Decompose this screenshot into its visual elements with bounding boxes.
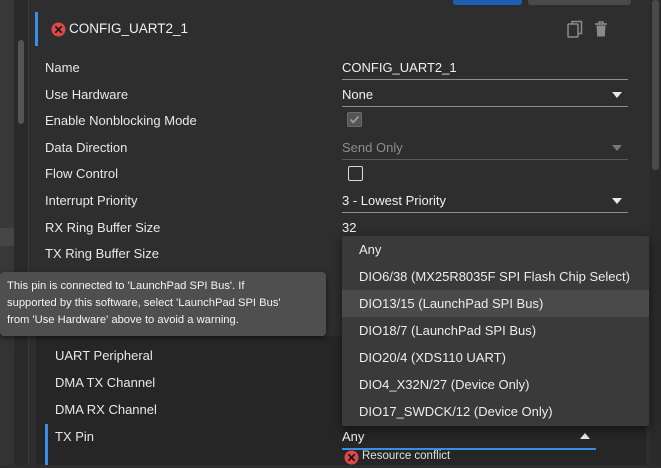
left-nav-lower-area [0, 320, 14, 465]
field-label: Data Direction [45, 140, 128, 155]
field-label: DMA TX Channel [55, 375, 156, 390]
main-scrollbar-thumb[interactable] [652, 0, 659, 170]
pin-conflict-tooltip: This pin is connected to 'LaunchPad SPI … [0, 272, 326, 336]
field-label: Enable Nonblocking Mode [45, 113, 197, 128]
chevron-down-icon [612, 145, 622, 151]
field-label: Use Hardware [45, 87, 129, 102]
option-label: DIO4_X32N/27 (Device Only) [359, 377, 530, 392]
tx-pin-value: Any [342, 429, 365, 444]
dropdown-option[interactable]: DIO17_SWDCK/12 (Device Only) [342, 398, 649, 425]
use-hardware-select[interactable]: None [342, 84, 628, 107]
option-label: DIO17_SWDCK/12 (Device Only) [359, 404, 553, 419]
dropdown-option-highlighted[interactable]: DIO13/15 (LaunchPad SPI Bus) [342, 290, 649, 317]
header-accent-bar [35, 12, 38, 46]
dropdown-option[interactable]: DIO18/7 (LaunchPad SPI Bus) [342, 317, 649, 344]
field-label: Name [45, 60, 80, 75]
flow-control-checkbox[interactable] [348, 166, 363, 181]
field-label: Flow Control [45, 166, 118, 181]
chevron-down-icon [612, 198, 622, 204]
dropdown-option[interactable]: Any [342, 236, 649, 263]
top-secondary-button[interactable] [528, 0, 631, 5]
field-label: RX Ring Buffer Size [45, 220, 161, 235]
interrupt-priority-value: 3 - Lowest Priority [342, 193, 447, 208]
name-input-value: CONFIG_UART2_1 [342, 60, 457, 75]
tooltip-line: supported by this software, select 'Laun… [7, 297, 281, 309]
main-scrollbar[interactable] [650, 0, 661, 465]
chevron-down-icon [612, 92, 622, 98]
option-label: DIO18/7 (LaunchPad SPI Bus) [359, 323, 537, 338]
tx-pin-select[interactable]: Any [342, 426, 596, 450]
data-direction-value: Send Only [342, 140, 403, 155]
tree-pane-scrollbar[interactable] [14, 0, 29, 465]
dropdown-option[interactable]: DIO6/38 (MX25R8035F SPI Flash Chip Selec… [342, 263, 649, 290]
top-primary-button[interactable] [453, 0, 522, 5]
error-icon [51, 22, 66, 40]
option-label: DIO6/38 (MX25R8035F SPI Flash Chip Selec… [359, 269, 630, 284]
copy-icon[interactable] [567, 20, 583, 38]
name-input[interactable]: CONFIG_UART2_1 [342, 57, 628, 80]
use-hardware-value: None [342, 87, 374, 102]
left-nav-selected-row[interactable] [0, 228, 14, 246]
interrupt-priority-select[interactable]: 3 - Lowest Priority [342, 190, 628, 213]
tooltip-line: from 'Use Hardware' above to avoid a war… [7, 314, 239, 326]
data-direction-select[interactable]: Send Only [342, 137, 628, 160]
dropdown-option[interactable]: DIO20/4 (XDS110 UART) [342, 344, 649, 371]
field-label: TX Ring Buffer Size [45, 246, 159, 261]
tree-pane-scrollbar-thumb[interactable] [18, 40, 24, 124]
conflict-text: Resource conflict [362, 450, 451, 462]
module-instance-header: CONFIG_UART2_1 [35, 12, 645, 46]
tx-pin-dropdown-menu: Any DIO6/38 (MX25R8035F SPI Flash Chip S… [342, 236, 649, 426]
error-icon [344, 450, 359, 468]
dropdown-option[interactable]: DIO4_X32N/27 (Device Only) [342, 371, 649, 398]
nonblocking-control [342, 110, 628, 132]
tooltip-line: This pin is connected to 'LaunchPad SPI … [7, 280, 245, 292]
trash-icon[interactable] [594, 20, 610, 38]
tx-pin-accent-bar [45, 424, 48, 465]
rx-ring-buffer-value: 32 [342, 220, 357, 235]
field-label: Interrupt Priority [45, 193, 138, 208]
flow-control-control [342, 163, 628, 185]
option-label: DIO20/4 (XDS110 UART) [359, 350, 506, 365]
chevron-up-icon [580, 433, 590, 439]
left-nav-rail [0, 0, 14, 465]
field-label: TX Pin [55, 429, 95, 444]
field-label: DMA RX Channel [55, 402, 157, 417]
option-label: DIO13/15 (LaunchPad SPI Bus) [359, 296, 544, 311]
nonblocking-checkbox[interactable] [347, 112, 362, 127]
instance-title: CONFIG_UART2_1 [69, 21, 189, 36]
option-label: Any [359, 242, 382, 257]
field-label: UART Peripheral [55, 348, 153, 363]
